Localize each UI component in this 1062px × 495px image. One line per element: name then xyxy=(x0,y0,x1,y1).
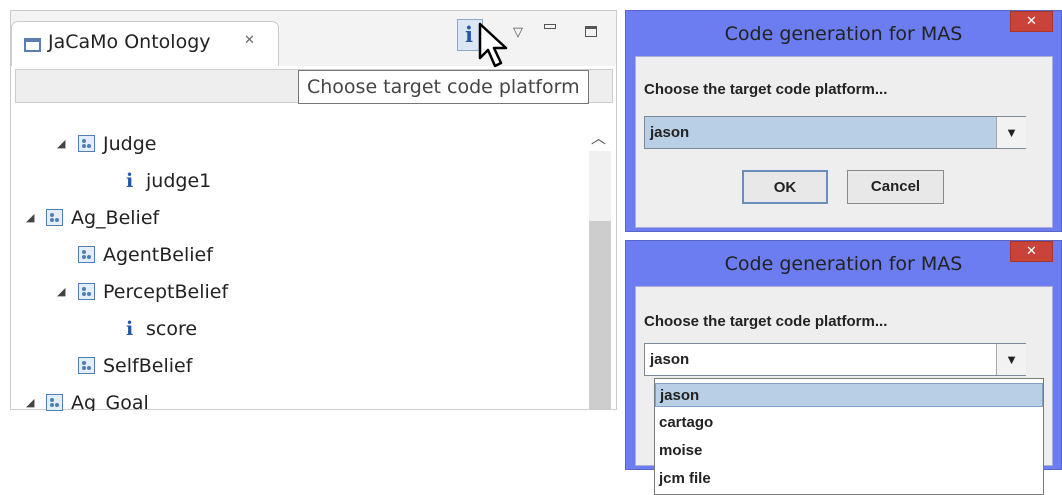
expand-toggle-icon[interactable]: ◢ xyxy=(26,201,34,235)
dialog-title: Code generation for MAS xyxy=(724,23,963,45)
platform-select-value: jason xyxy=(650,124,690,141)
dropdown-option[interactable]: jcm file xyxy=(655,467,1043,491)
tree-node[interactable]: i score xyxy=(15,312,555,346)
tree-node[interactable]: SelfBelief xyxy=(15,349,555,383)
close-button[interactable]: ✕ xyxy=(1010,241,1053,262)
class-icon xyxy=(46,209,63,226)
info-icon: i xyxy=(465,22,473,47)
view-menu-icon[interactable]: ▽ xyxy=(513,25,523,40)
tree-node[interactable]: AgentBelief xyxy=(15,238,555,272)
dropdown-arrow-icon[interactable]: ▼ xyxy=(996,117,1026,148)
tree-node-label: Judge xyxy=(103,133,157,155)
expand-toggle-icon[interactable]: ◢ xyxy=(57,275,65,309)
tree-node[interactable]: ◢ PerceptBelief xyxy=(15,275,555,309)
view-icon xyxy=(24,38,41,52)
tab-title: JaCaMo Ontology xyxy=(48,31,211,53)
dialog-prompt: Choose the target code platform... xyxy=(644,313,888,330)
code-generation-dialog: Code generation for MAS ✕ Choose the tar… xyxy=(625,10,1062,232)
tab-jacamo-ontology[interactable]: JaCaMo Ontology ✕ xyxy=(11,21,279,66)
dropdown-option[interactable]: cartago xyxy=(655,411,1043,435)
class-icon xyxy=(78,246,95,263)
tree-node[interactable]: ◢ Ag_Goal xyxy=(15,386,555,411)
individual-icon: i xyxy=(126,170,134,192)
tree-node-label: Ag_Belief xyxy=(71,207,160,229)
tree-node[interactable]: ◢ Judge xyxy=(15,127,555,161)
maximize-icon[interactable] xyxy=(585,26,597,37)
view-tab-bar: JaCaMo Ontology ✕ i ▽ xyxy=(11,11,616,66)
tree-node-label: AgentBelief xyxy=(103,244,213,266)
dropdown-arrow-icon[interactable]: ▼ xyxy=(996,344,1026,375)
dialog-title: Code generation for MAS xyxy=(724,253,963,275)
tooltip: Choose target code platform xyxy=(298,70,589,104)
tree-node[interactable]: ◢ Ag_Belief xyxy=(15,201,555,235)
tree-node-label: judge1 xyxy=(146,170,212,192)
tree-node[interactable]: i judge1 xyxy=(15,164,555,198)
dialog-body: Choose the target code platform... jason… xyxy=(635,56,1053,228)
platform-dropdown-list: jason cartago moise jcm file xyxy=(654,378,1044,495)
scroll-up-icon[interactable]: ︿ xyxy=(591,127,606,148)
class-icon xyxy=(78,357,95,374)
expand-toggle-icon[interactable]: ◢ xyxy=(57,127,65,161)
mouse-cursor-icon xyxy=(478,22,508,68)
tree-node-label: SelfBelief xyxy=(103,355,193,377)
class-icon xyxy=(78,283,95,300)
platform-select[interactable]: jason ▼ xyxy=(644,343,1026,376)
scrollbar-thumb[interactable] xyxy=(589,221,611,409)
class-icon xyxy=(78,135,95,152)
tree-node-label: PerceptBelief xyxy=(103,281,229,303)
platform-select[interactable]: jason ▼ xyxy=(644,116,1026,149)
minimize-icon[interactable] xyxy=(544,24,556,29)
ontology-tree: ◢ Judge i judge1 ◢ Ag_Belief AgentBelief… xyxy=(15,111,583,411)
expand-toggle-icon[interactable]: ◢ xyxy=(26,386,34,411)
close-button[interactable]: ✕ xyxy=(1010,11,1053,32)
individual-icon: i xyxy=(126,318,134,340)
dialog-prompt: Choose the target code platform... xyxy=(644,81,888,98)
ok-button[interactable]: OK xyxy=(742,170,828,204)
class-icon xyxy=(46,394,63,411)
dropdown-option[interactable]: jason xyxy=(655,383,1043,407)
tree-node-label: score xyxy=(146,318,198,340)
dropdown-option[interactable]: moise xyxy=(655,439,1043,463)
platform-select-value: jason xyxy=(650,351,690,368)
tree-node-label: Ag_Goal xyxy=(71,392,149,411)
tab-close-icon[interactable]: ✕ xyxy=(244,33,255,48)
cancel-button[interactable]: Cancel xyxy=(847,170,944,204)
